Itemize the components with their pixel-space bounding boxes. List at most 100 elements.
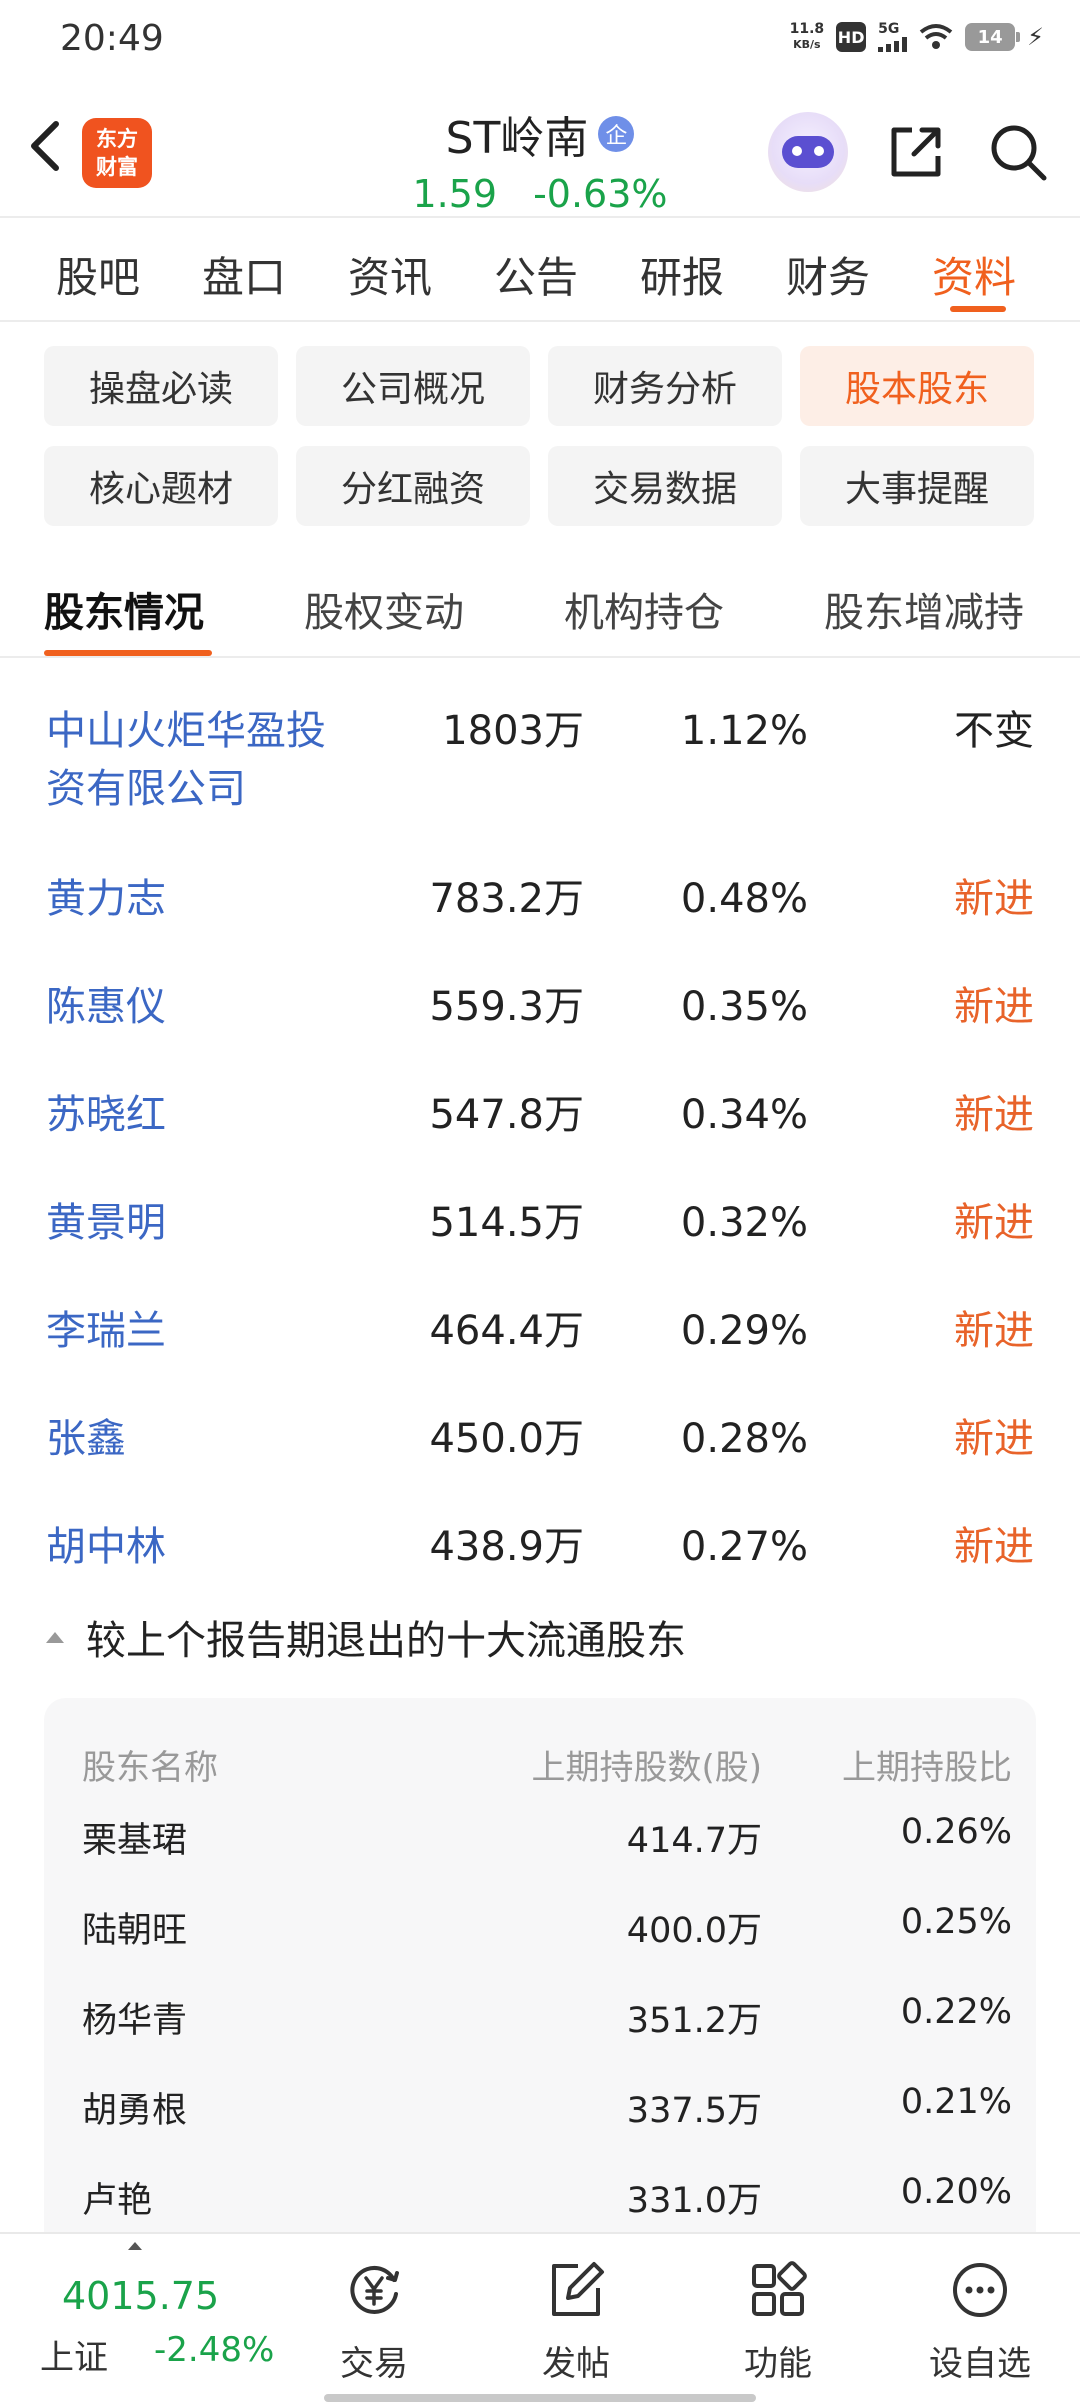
holder-row[interactable]: 陈惠仪 559.3万 0.35% 新进 xyxy=(0,978,1080,1036)
chip-trading-guide[interactable]: 操盘必读 xyxy=(44,346,278,426)
chip-core-themes[interactable]: 核心题材 xyxy=(44,446,278,526)
stock-change: -0.63% xyxy=(533,172,668,216)
holder-change: 新进 xyxy=(954,984,1034,1030)
stock-header: 东方 财富 ST岭南 企 1.59 -0.63% xyxy=(0,84,1080,216)
exited-holder-ratio: 0.21% xyxy=(900,2082,1012,2122)
chip-shareholders[interactable]: 股本股东 xyxy=(800,346,1034,426)
expand-handle-icon[interactable] xyxy=(128,2242,142,2250)
exited-holders-toggle[interactable]: 较上个报告期退出的十大流通股东 xyxy=(46,1608,686,1666)
exited-holder-name: 栗基珺 xyxy=(82,1821,188,1861)
table-row: 陆朝旺 400.0万 0.25% xyxy=(44,1902,1036,1952)
tab-profile[interactable]: 资料 xyxy=(932,244,1016,305)
holder-name[interactable]: 中山火炬华盈投 资有限公司 xyxy=(46,702,366,818)
logo-text-2: 财富 xyxy=(96,155,138,179)
status-time: 20:49 xyxy=(60,18,164,59)
holder-ratio: 1.12% xyxy=(680,708,808,754)
home-indicator[interactable] xyxy=(324,2394,756,2402)
holder-row[interactable]: 胡中林 438.9万 0.27% 新进 xyxy=(0,1518,1080,1576)
edit-post-icon xyxy=(552,2262,604,2316)
holder-name[interactable]: 黄景明 xyxy=(46,1194,366,1252)
ai-assistant-icon[interactable] xyxy=(768,112,848,192)
collapse-triangle-icon xyxy=(46,1631,64,1643)
nav-functions[interactable]: 功能 xyxy=(708,2258,848,2385)
section-tabs: 股东情况 股权变动 机构持仓 股东增减持 xyxy=(0,560,1080,660)
holder-name[interactable]: 黄力志 xyxy=(46,870,366,928)
holder-change: 新进 xyxy=(954,1092,1034,1138)
tab-news[interactable]: 资讯 xyxy=(348,244,432,305)
tab-equity-change[interactable]: 股权变动 xyxy=(304,580,464,638)
exited-holder-shares: 337.5万 xyxy=(626,2091,762,2131)
exited-holder-shares: 414.7万 xyxy=(626,1821,762,1861)
tab-research[interactable]: 研报 xyxy=(640,244,724,305)
holder-ratio: 0.29% xyxy=(680,1308,808,1354)
tab-shareholder-changes[interactable]: 股东增减持 xyxy=(824,580,1024,638)
tab-pankou[interactable]: 盘口 xyxy=(202,244,286,305)
exited-holder-ratio: 0.26% xyxy=(900,1812,1012,1852)
wifi-icon xyxy=(919,24,953,49)
holder-row[interactable]: 张鑫 450.0万 0.28% 新进 xyxy=(0,1410,1080,1468)
chip-trading-data[interactable]: 交易数据 xyxy=(548,446,782,526)
nav-add-watchlist[interactable]: 设自选 xyxy=(910,2258,1050,2385)
section-divider xyxy=(0,656,1080,658)
index-name: 上证 xyxy=(40,2338,108,2378)
bottom-nav: 4015.75 上证 -2.48% 交易 发帖 功能 设自选 xyxy=(0,2232,1080,2408)
net-speed: 11.8 KB/s xyxy=(790,22,825,52)
back-arrow-icon[interactable] xyxy=(22,116,72,176)
holder-name-line1: 中山火炬华盈投 xyxy=(46,708,326,754)
chip-financial-analysis[interactable]: 财务分析 xyxy=(548,346,782,426)
stock-price: 1.59 xyxy=(412,172,498,216)
tab-shareholder-status[interactable]: 股东情况 xyxy=(44,580,204,638)
holder-row[interactable]: 苏晓红 547.8万 0.34% 新进 xyxy=(0,1086,1080,1144)
index-change: -2.48% xyxy=(154,2330,275,2370)
holder-shares: 1803万 xyxy=(442,708,584,754)
holder-change: 新进 xyxy=(954,1308,1034,1354)
tab-guba[interactable]: 股吧 xyxy=(56,244,140,305)
nav-post[interactable]: 发帖 xyxy=(506,2258,646,2385)
tab-announcements[interactable]: 公告 xyxy=(494,244,578,305)
holder-name[interactable]: 胡中林 xyxy=(46,1518,366,1576)
holder-ratio: 0.32% xyxy=(680,1200,808,1246)
tabs-divider xyxy=(0,320,1080,322)
chip-company-overview[interactable]: 公司概况 xyxy=(296,346,530,426)
holder-ratio: 0.27% xyxy=(680,1524,808,1570)
holder-name-line2: 资有限公司 xyxy=(46,766,246,812)
share-icon[interactable] xyxy=(884,120,948,184)
eastmoney-logo[interactable]: 东方 财富 xyxy=(82,118,152,188)
table-row: 胡勇根 337.5万 0.21% xyxy=(44,2082,1036,2132)
holder-name[interactable]: 苏晓红 xyxy=(46,1086,366,1144)
chip-events-reminder[interactable]: 大事提醒 xyxy=(800,446,1034,526)
nav-add-watchlist-label: 设自选 xyxy=(929,2344,1031,2384)
exited-holder-ratio: 0.25% xyxy=(900,1902,1012,1942)
exited-holder-shares: 331.0万 xyxy=(626,2181,762,2221)
holder-shares: 783.2万 xyxy=(429,876,584,922)
holder-name[interactable]: 李瑞兰 xyxy=(46,1302,366,1360)
holder-change: 新进 xyxy=(954,1416,1034,1462)
network-type: 5G xyxy=(878,21,900,37)
nav-trade[interactable]: 交易 xyxy=(304,2258,444,2385)
holder-row[interactable]: 黄力志 783.2万 0.48% 新进 xyxy=(0,870,1080,928)
tab-institution-holdings[interactable]: 机构持仓 xyxy=(564,580,724,638)
holder-ratio: 0.35% xyxy=(680,984,808,1030)
holder-name[interactable]: 张鑫 xyxy=(46,1410,366,1468)
chip-dividend-financing[interactable]: 分红融资 xyxy=(296,446,530,526)
holder-shares: 464.4万 xyxy=(429,1308,584,1354)
net-speed-unit: KB/s xyxy=(793,38,821,51)
enterprise-badge-icon: 企 xyxy=(598,116,635,152)
grid-function-icon xyxy=(752,2261,807,2316)
holder-row[interactable]: 黄景明 514.5万 0.32% 新进 xyxy=(0,1194,1080,1252)
holder-ratio: 0.48% xyxy=(680,876,808,922)
battery-icon: 14 xyxy=(965,23,1021,51)
col-header-name: 股东名称 xyxy=(82,1748,218,1788)
index-value[interactable]: 4015.75 xyxy=(62,2274,219,2318)
holder-shares: 450.0万 xyxy=(429,1416,584,1462)
holder-row[interactable]: 中山火炬华盈投 资有限公司 1803万 1.12% 不变 xyxy=(0,702,1080,822)
holder-name[interactable]: 陈惠仪 xyxy=(46,978,366,1036)
exited-holder-name: 杨华青 xyxy=(82,2001,188,2041)
main-tabs: 股吧 盘口 资讯 公告 研报 财务 资料 xyxy=(0,218,1080,322)
exited-holder-shares: 351.2万 xyxy=(626,2001,762,2041)
search-icon[interactable] xyxy=(986,120,1050,184)
holder-row[interactable]: 李瑞兰 464.4万 0.29% 新进 xyxy=(0,1302,1080,1360)
yuan-trade-icon xyxy=(350,2265,399,2314)
holder-shares: 559.3万 xyxy=(429,984,584,1030)
tab-finance[interactable]: 财务 xyxy=(786,244,870,305)
